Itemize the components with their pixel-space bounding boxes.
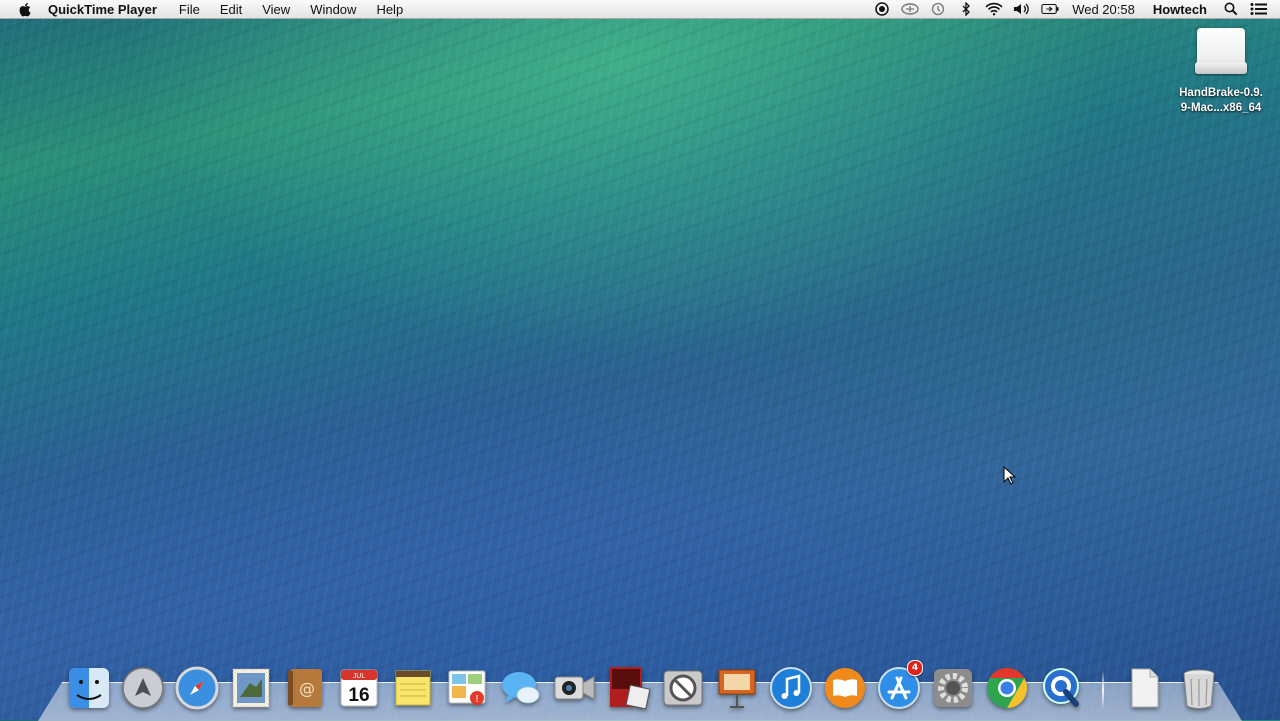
calendar-day: 16 [348,685,369,706]
parental-controls-icon [663,670,703,706]
calendar-month: JUL [353,673,366,680]
help-menu[interactable]: Help [376,2,403,17]
dock-documents-stack[interactable] [1121,664,1169,712]
notes-icon [395,670,431,706]
menu-bar: QuickTime Player File Edit View Window H… [0,0,1280,19]
window-menu[interactable]: Window [310,2,356,17]
dock-keynote[interactable] [713,664,761,712]
photo-booth-icon [610,667,651,710]
dock-itunes[interactable] [767,664,815,712]
dock-launchpad[interactable] [119,664,167,712]
app-menu[interactable]: QuickTime Player [48,2,157,17]
svg-text:!: ! [475,694,479,705]
reminders-icon: ! [448,670,486,705]
dock-trash[interactable] [1175,664,1223,712]
dock-calendar[interactable]: JUL 16 [335,664,383,712]
volume-icon[interactable] [1013,2,1031,16]
dock-quicktime[interactable] [1037,664,1085,712]
menubar-clock[interactable]: Wed 20:58 [1072,2,1135,17]
dock-messages[interactable] [497,664,545,712]
notification-center-icon[interactable] [1250,2,1268,16]
dock-parental-controls[interactable] [659,664,707,712]
dock-mail[interactable] [227,664,275,712]
dock-photo-booth[interactable] [605,664,653,712]
screen-record-icon[interactable] [873,2,891,16]
sync-icon[interactable] [901,2,919,16]
gear-icon [934,669,972,707]
dock-ibooks[interactable] [821,664,869,712]
view-menu[interactable]: View [262,2,290,17]
document-icon [1131,668,1159,708]
time-machine-icon[interactable] [929,2,947,16]
dock-facetime[interactable] [551,664,599,712]
keynote-icon [718,669,756,708]
search-icon[interactable] [1222,2,1240,16]
dock-app-store[interactable]: 4 [875,660,923,712]
dock-chrome[interactable] [983,664,1031,712]
itunes-icon [770,667,812,709]
dock-finder[interactable] [65,664,113,712]
apple-menu-icon[interactable] [18,2,32,16]
facetime-camera-icon [554,676,595,700]
dock: @ JUL 16 ! 4 [62,660,1226,712]
disk-image-icon [1195,26,1247,76]
svg-text:@: @ [299,679,315,698]
dock-system-preferences[interactable] [929,664,977,712]
quicktime-icon [1043,668,1079,707]
edit-menu[interactable]: Edit [220,2,242,17]
contacts-book-icon: @ [288,669,322,707]
wallpaper [0,0,1280,720]
chrome-icon [987,668,1027,708]
mouse-cursor-icon [1003,466,1017,485]
desktop-icon-handbrake[interactable]: HandBrake-0.9. 9-Mac...x86_64 [1166,26,1276,116]
mail-stamp-icon [232,668,270,708]
file-menu[interactable]: File [179,2,200,17]
menubar-user[interactable]: Howtech [1153,2,1207,17]
safari-icon [175,666,219,710]
app-store-badge: 4 [907,660,923,676]
launchpad-icon [122,667,164,709]
calendar-icon: JUL 16 [340,669,378,707]
dock-safari[interactable] [173,664,221,712]
bluetooth-icon[interactable] [957,2,975,16]
wifi-icon[interactable] [985,2,1003,16]
battery-icon[interactable] [1041,2,1059,16]
ibooks-icon [825,668,865,708]
desktop-icon-label: HandBrake-0.9. 9-Mac...x86_64 [1179,87,1263,114]
dock-reminders[interactable]: ! [443,664,491,712]
finder-icon [69,668,109,708]
dock-contacts[interactable]: @ [281,664,329,712]
messages-icon [502,672,540,704]
dock-divider [1102,670,1104,710]
dock-notes[interactable] [389,664,437,712]
trash-icon [1183,669,1215,709]
